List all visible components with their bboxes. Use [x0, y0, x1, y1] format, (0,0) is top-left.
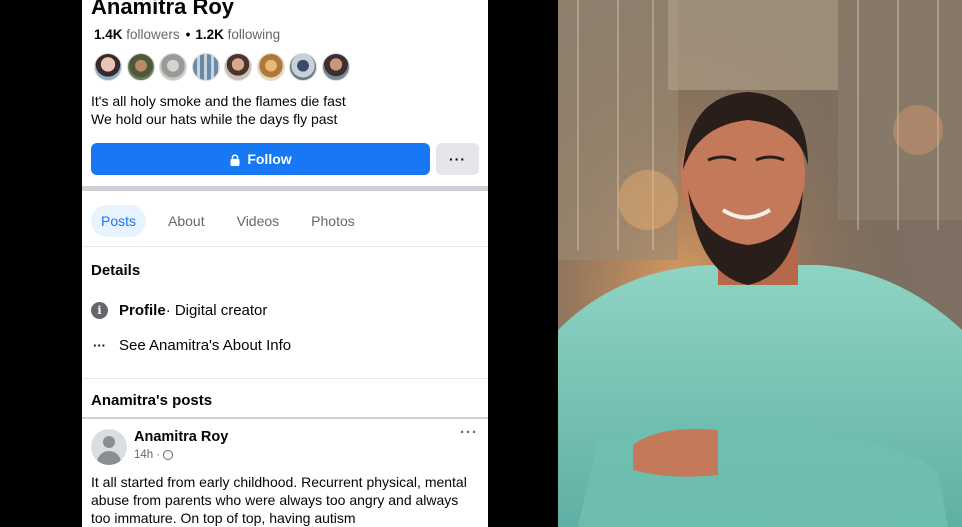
avatar[interactable]	[321, 53, 350, 81]
posts-heading: Anamitra's posts	[91, 392, 213, 409]
avatar[interactable]	[191, 53, 220, 81]
avatar[interactable]	[91, 429, 127, 465]
avatar[interactable]	[224, 53, 252, 81]
followers-label: followers	[126, 27, 180, 42]
lock-icon	[229, 153, 241, 166]
tab-photos[interactable]: Photos	[301, 205, 365, 237]
about-link-label: See Anamitra's About Info	[119, 337, 292, 354]
avatar[interactable]	[256, 53, 285, 81]
person-photo-illustration	[558, 0, 962, 527]
person-photo	[558, 0, 962, 527]
details-profile-row: i Profile · Digital creator	[91, 302, 267, 319]
bio-line: We hold our hats while the days fly past	[91, 111, 338, 127]
details-profile-label: Profile	[119, 302, 166, 319]
avatar[interactable]	[289, 53, 317, 81]
section-divider	[82, 186, 488, 191]
details-profile-category: · Digital creator	[165, 302, 268, 319]
profile-name: Anamitra Roy	[91, 0, 235, 19]
profile-bio: It's all holy smoke and the flames die f…	[91, 92, 346, 128]
post-meta: 14h ·	[134, 449, 174, 461]
follow-button[interactable]: Follow	[91, 143, 430, 175]
more-options-button[interactable]: ···	[436, 143, 479, 175]
following-count: 1.2K	[195, 27, 224, 42]
details-divider	[82, 378, 488, 379]
ellipsis-icon: ···	[93, 338, 106, 353]
post-more-icon[interactable]: ···	[460, 424, 478, 441]
avatar[interactable]	[94, 53, 122, 81]
post-author[interactable]: Anamitra Roy	[134, 429, 228, 445]
tab-posts[interactable]: Posts	[91, 205, 147, 237]
profile-tabs: Posts About Videos Photos	[91, 205, 377, 237]
avatar[interactable]	[159, 53, 187, 81]
post-text: It all started from early childhood. Rec…	[91, 474, 467, 526]
posts-divider	[82, 417, 488, 419]
globe-icon	[163, 450, 174, 460]
tabs-divider	[82, 246, 488, 247]
tab-videos[interactable]: Videos	[227, 205, 290, 237]
follow-stats[interactable]: 1.4K followers • 1.2K following	[94, 27, 280, 42]
see-about-info-link[interactable]: ··· See Anamitra's About Info	[91, 337, 291, 354]
follow-label: Follow	[247, 151, 292, 167]
friend-avatars[interactable]	[94, 53, 354, 81]
bio-line: It's all holy smoke and the flames die f…	[91, 93, 346, 109]
avatar[interactable]	[126, 53, 155, 81]
post-time[interactable]: 14h ·	[134, 449, 160, 461]
left-letterbox	[0, 0, 82, 527]
details-heading: Details	[91, 262, 141, 279]
following-label: following	[227, 27, 281, 42]
info-icon: i	[91, 302, 108, 319]
tab-about[interactable]: About	[158, 205, 215, 237]
facebook-profile-screen: Anamitra Roy 1.4K followers • 1.2K followi…	[82, 0, 488, 527]
followers-count: 1.4K	[94, 27, 123, 42]
center-letterbox	[488, 0, 558, 527]
